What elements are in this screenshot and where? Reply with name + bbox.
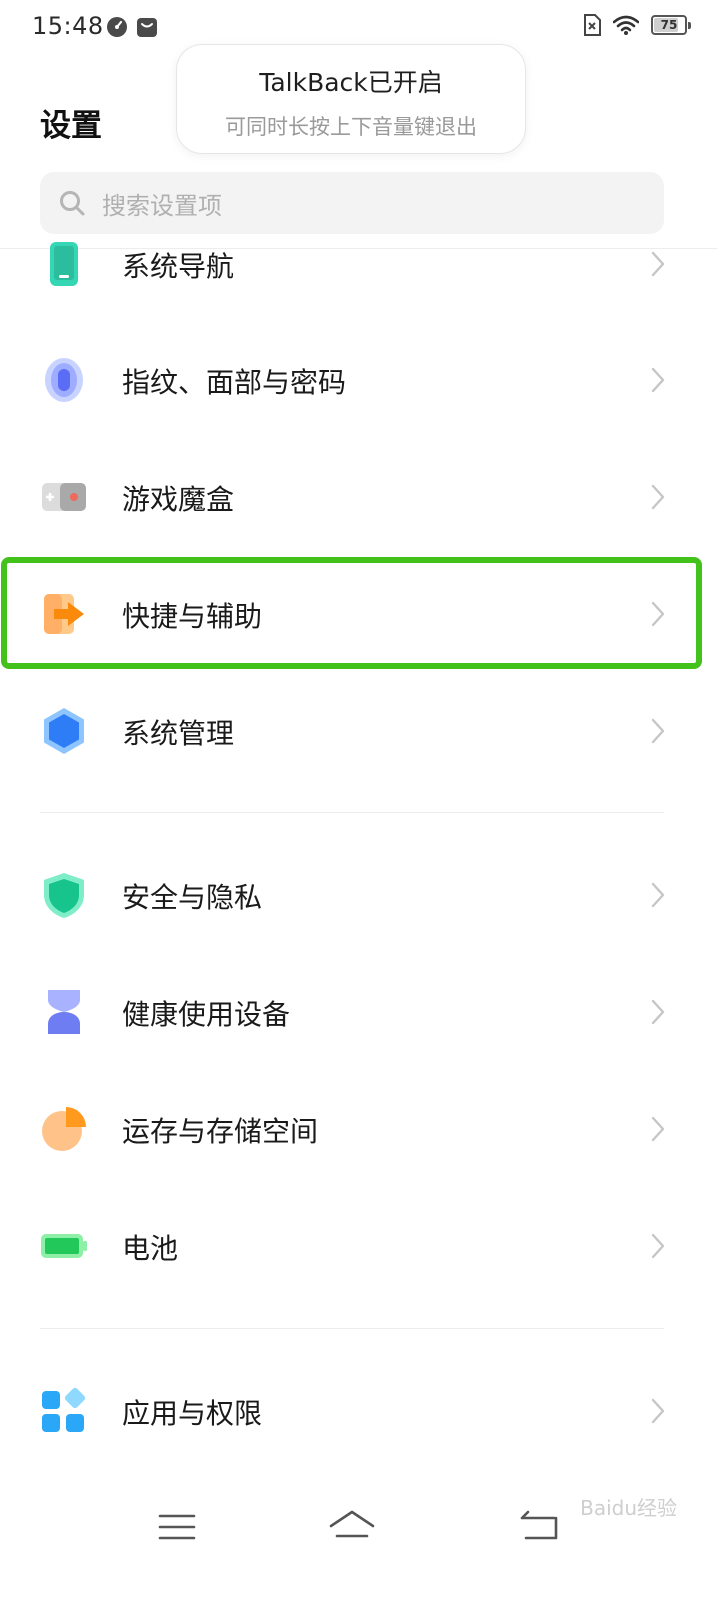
item-label: 电池 bbox=[122, 1232, 179, 1265]
item-label: 指纹、面部与密码 bbox=[122, 366, 347, 399]
home-button[interactable] bbox=[327, 1502, 377, 1552]
apps-grid-icon bbox=[42, 1387, 86, 1432]
shield-icon bbox=[44, 873, 84, 918]
group-divider bbox=[40, 812, 664, 813]
settings-item-system-navigation[interactable]: 系统导航 bbox=[0, 209, 717, 319]
status-time: 15:48 bbox=[32, 12, 104, 40]
settings-item-digital-wellbeing[interactable]: 健康使用设备 bbox=[0, 957, 717, 1067]
system-hexagon-icon bbox=[44, 708, 84, 754]
no-sim-icon bbox=[584, 14, 601, 36]
chevron-right-icon bbox=[651, 251, 665, 277]
speedometer-icon bbox=[107, 17, 127, 37]
settings-item-system-management[interactable]: 系统管理 bbox=[0, 676, 717, 786]
chevron-right-icon bbox=[651, 367, 665, 393]
fingerprint-icon bbox=[45, 358, 83, 402]
item-label: 安全与隐私 bbox=[122, 881, 263, 914]
item-label: 系统管理 bbox=[122, 717, 235, 750]
toast-title: TalkBack已开启 bbox=[259, 68, 443, 97]
hourglass-icon bbox=[48, 990, 80, 1034]
game-box-icon bbox=[42, 483, 86, 511]
settings-item-battery[interactable]: 电池 bbox=[0, 1191, 717, 1301]
toast-subtitle: 可同时长按上下音量键退出 bbox=[225, 115, 477, 139]
chevron-right-icon bbox=[651, 1233, 665, 1259]
item-label: 快捷与辅助 bbox=[122, 600, 263, 633]
chevron-right-icon bbox=[651, 718, 665, 744]
chevron-right-icon bbox=[651, 1398, 665, 1424]
wifi-icon bbox=[613, 15, 639, 35]
menu-button[interactable] bbox=[152, 1502, 202, 1552]
watermark: Baidu经验 bbox=[580, 1496, 677, 1520]
item-label: 应用与权限 bbox=[122, 1397, 263, 1430]
battery-indicator: 75 bbox=[651, 15, 691, 35]
chevron-right-icon bbox=[651, 999, 665, 1025]
chevron-right-icon bbox=[651, 484, 665, 510]
group-divider bbox=[40, 1328, 664, 1329]
settings-item-fingerprint[interactable]: 指纹、面部与密码 bbox=[0, 325, 717, 435]
item-label: 运存与存储空间 bbox=[122, 1115, 319, 1148]
settings-item-apps-permissions[interactable]: 应用与权限 bbox=[0, 1356, 717, 1466]
talkback-toast: TalkBack已开启 可同时长按上下音量键退出 bbox=[176, 44, 526, 154]
settings-item-ram-storage[interactable]: 运存与存储空间 bbox=[0, 1074, 717, 1184]
pie-storage-icon bbox=[42, 1107, 86, 1151]
item-label: 系统导航 bbox=[122, 250, 235, 283]
shopping-bag-icon bbox=[137, 18, 157, 37]
item-label: 健康使用设备 bbox=[122, 998, 291, 1031]
chevron-right-icon bbox=[651, 1116, 665, 1142]
settings-item-shortcuts-accessibility[interactable]: 快捷与辅助 bbox=[0, 559, 717, 669]
settings-item-security-privacy[interactable]: 安全与隐私 bbox=[0, 840, 717, 950]
navigation-phone-icon bbox=[50, 242, 78, 286]
shortcut-arrow-icon bbox=[44, 594, 84, 634]
chevron-right-icon bbox=[651, 601, 665, 627]
chevron-right-icon bbox=[651, 882, 665, 908]
page-title: 设置 bbox=[40, 108, 102, 144]
battery-icon bbox=[41, 1234, 87, 1258]
item-label: 游戏魔盒 bbox=[122, 483, 235, 516]
settings-item-game-box[interactable]: 游戏魔盒 bbox=[0, 442, 717, 552]
back-button[interactable] bbox=[516, 1502, 566, 1552]
